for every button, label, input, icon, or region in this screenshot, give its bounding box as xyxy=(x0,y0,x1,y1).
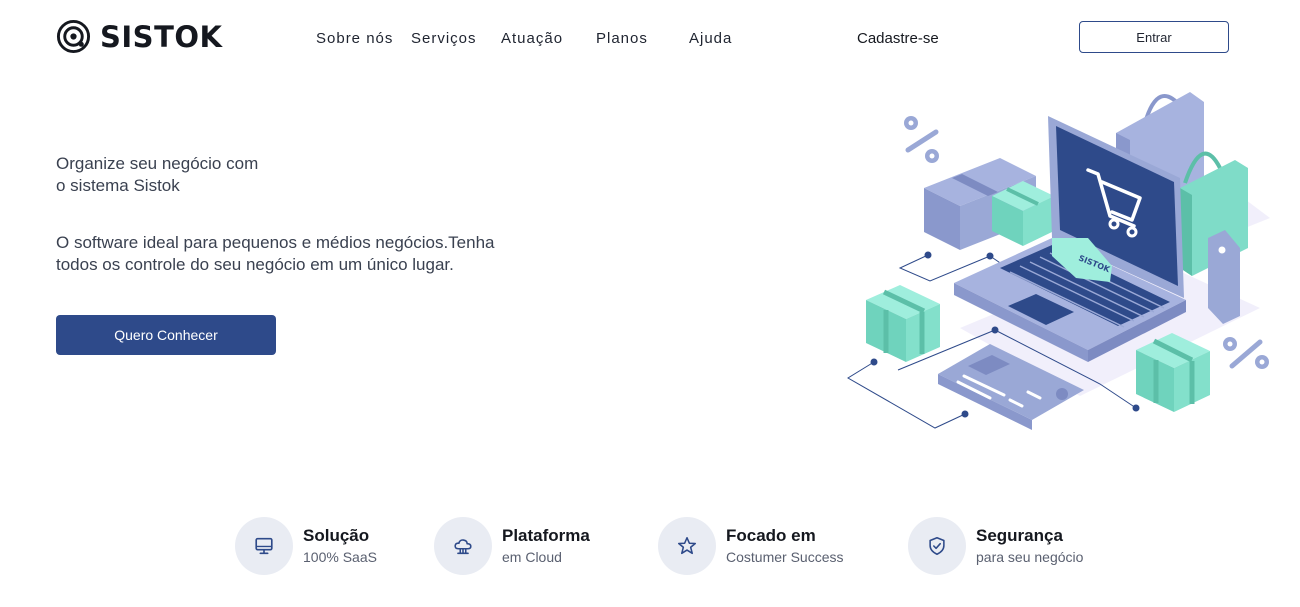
cloud-icon xyxy=(454,539,472,555)
feature-subtitle: em Cloud xyxy=(502,548,562,565)
vinyl-disc-icon xyxy=(56,19,91,54)
nav-item-planos[interactable]: Planos xyxy=(596,30,648,47)
login-button[interactable]: Entrar xyxy=(1079,21,1229,53)
feature-icon-circle xyxy=(908,517,966,575)
hero-title-line: o sistema Sistok xyxy=(56,176,180,195)
nav-item-atuacao[interactable]: Atuação xyxy=(501,30,563,47)
feature-subtitle: 100% SaaS xyxy=(303,548,377,565)
hero-subtitle: O software ideal para pequenos e médios … xyxy=(56,232,556,276)
nav-item-servicos[interactable]: Serviços xyxy=(411,30,477,47)
feature-title: Focado em xyxy=(726,525,816,545)
feature-plataforma: Plataforma em Cloud xyxy=(434,517,590,575)
percent-icon xyxy=(904,116,939,163)
shield-icon xyxy=(929,536,945,556)
signup-link[interactable]: Cadastre-se xyxy=(857,30,939,47)
hero-title-line: Organize seu negócio com xyxy=(56,154,259,173)
brand-logo[interactable]: SISTOK xyxy=(56,19,222,54)
hero-subtitle-line: O software ideal para pequenos e médios … xyxy=(56,233,495,252)
feature-icon-circle xyxy=(658,517,716,575)
cta-button[interactable]: Quero Conhecer xyxy=(56,315,276,355)
star-icon xyxy=(677,536,697,555)
ecommerce-illustration: SISTOK xyxy=(847,92,1270,430)
feature-icon-circle xyxy=(235,517,293,575)
nav-item-ajuda[interactable]: Ajuda xyxy=(689,30,732,47)
feature-title: Solução xyxy=(303,525,370,545)
feature-focado: Focado em Costumer Success xyxy=(658,517,843,575)
hero-subtitle-line: todos os controle do seu negócio em um ú… xyxy=(56,255,454,274)
feature-solucao: Solução 100% SaaS xyxy=(235,517,377,575)
feature-icon-circle xyxy=(434,517,492,575)
brand-name: SISTOK xyxy=(100,19,223,54)
monitor-icon xyxy=(255,537,273,555)
nav-item-sobre-nos[interactable]: Sobre nós xyxy=(316,30,393,47)
feature-seguranca: Segurança para seu negócio xyxy=(908,517,1083,575)
feature-title: Plataforma xyxy=(502,525,590,545)
feature-subtitle: Costumer Success xyxy=(726,548,844,565)
feature-subtitle: para seu negócio xyxy=(976,548,1084,565)
feature-title: Segurança xyxy=(976,525,1063,545)
hero-title: Organize seu negócio com o sistema Sisto… xyxy=(56,153,356,197)
